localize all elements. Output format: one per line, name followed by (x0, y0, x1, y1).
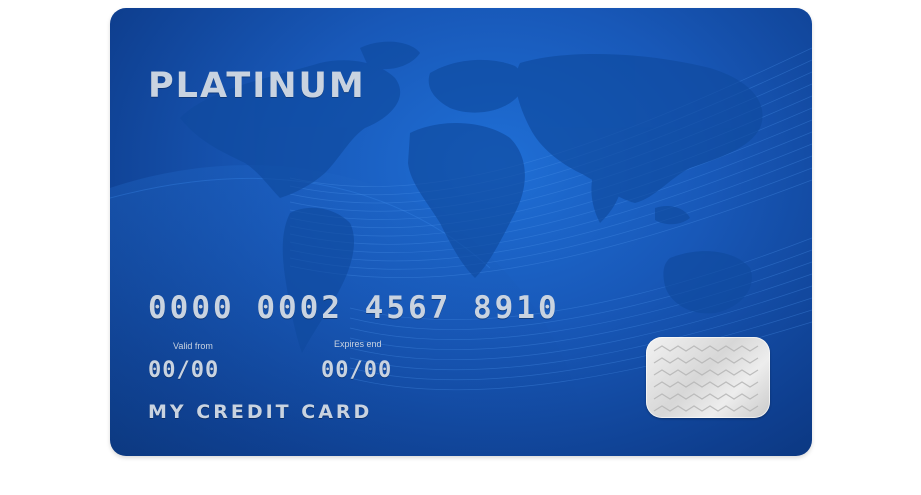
card-number: 0000 0002 4567 8910 (148, 290, 560, 326)
valid-from-value: 00/00 (148, 358, 220, 383)
expires-label: Expires end (334, 339, 382, 349)
card-brand: PLATINUM (148, 66, 366, 106)
expires-value: 00/00 (321, 358, 393, 383)
valid-from-label: Valid from (173, 341, 213, 351)
card-holder: MY CREDIT CARD (148, 401, 373, 423)
chip-icon (646, 337, 770, 418)
credit-card: PLATINUM 0000 0002 4567 8910 Valid from … (110, 8, 812, 456)
